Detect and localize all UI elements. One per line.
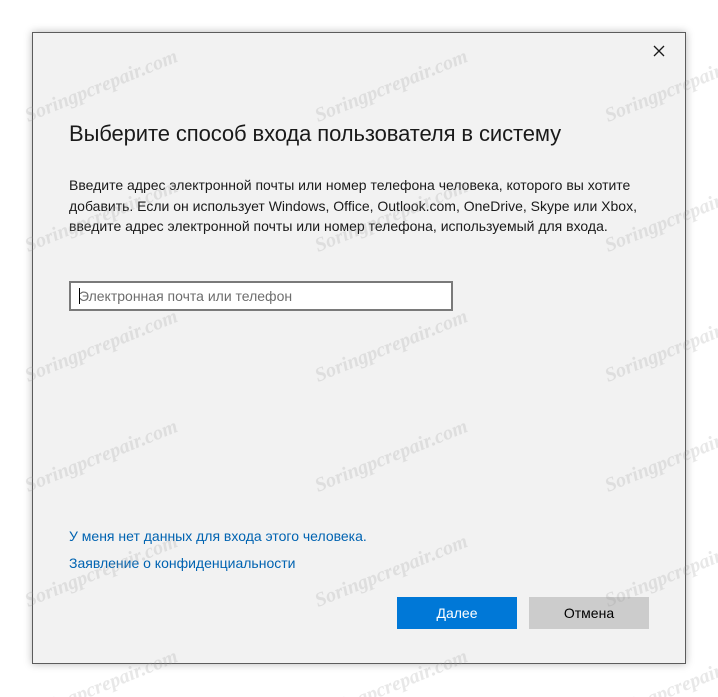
dialog-title: Выберите способ входа пользователя в сис… [69,121,562,146]
close-icon [653,45,665,57]
no-signin-info-link[interactable]: У меня нет данных для входа этого челове… [69,528,367,544]
add-user-dialog: Выберите способ входа пользователя в сис… [32,32,686,664]
text-caret [79,288,80,304]
close-button[interactable] [647,39,671,63]
cancel-button[interactable]: Отмена [529,597,649,629]
dialog-description: Введите адрес электронной почты или номе… [69,177,637,234]
next-button[interactable]: Далее [397,597,517,629]
privacy-statement-link[interactable]: Заявление о конфиденциальности [69,555,295,571]
email-or-phone-input[interactable] [69,281,453,311]
